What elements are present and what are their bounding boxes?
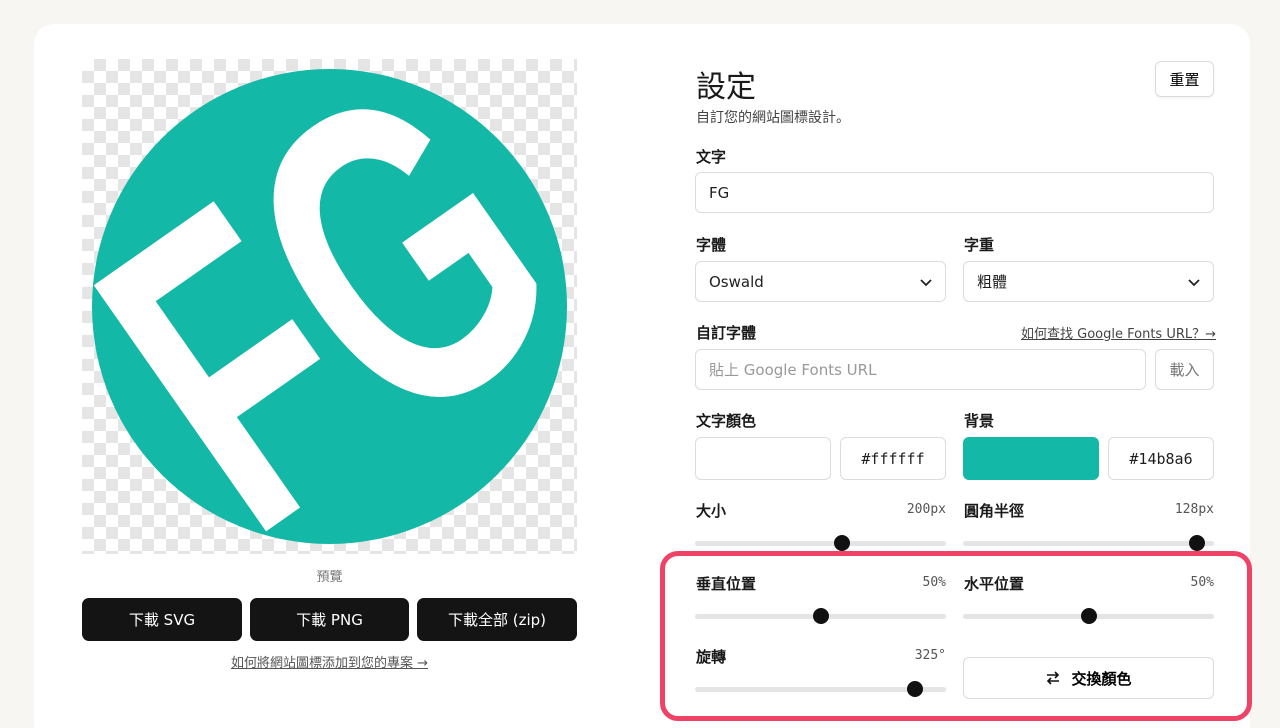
- radius-value: 128px: [1174, 502, 1214, 517]
- rotation-label: 旋轉: [696, 648, 727, 666]
- radius-slider-thumb[interactable]: [1188, 535, 1205, 551]
- font-label: 字體: [696, 236, 727, 254]
- background-hex-input[interactable]: #14b8a6: [1108, 437, 1214, 480]
- custom-font-placeholder: 貼上 Google Fonts URL: [709, 361, 877, 379]
- google-fonts-help-link[interactable]: 如何查找 Google Fonts URL？→: [1021, 323, 1216, 342]
- text-color-label: 文字顏色: [696, 412, 757, 430]
- text-color-swatch[interactable]: [695, 437, 831, 480]
- favicon-text: FG: [82, 59, 577, 554]
- add-favicon-help-link[interactable]: 如何將網站圖標添加到您的專案 →: [82, 652, 577, 671]
- size-value: 200px: [906, 502, 946, 517]
- font-select-value: Oswald: [709, 272, 764, 291]
- weight-select-value: 粗體: [977, 273, 1008, 291]
- text-color-hex-input[interactable]: #ffffff: [840, 437, 946, 480]
- radius-slider-track[interactable]: [963, 541, 1214, 546]
- size-slider-track[interactable]: [695, 541, 946, 546]
- text-input[interactable]: FG: [695, 172, 1214, 213]
- background-label: 背景: [964, 412, 995, 430]
- background-color-swatch[interactable]: [963, 437, 1099, 480]
- vertical-position-slider-thumb[interactable]: [812, 608, 829, 624]
- favicon-preview-svg: FG: [82, 59, 577, 554]
- font-select[interactable]: Oswald: [695, 261, 946, 302]
- swap-colors-label: 交換顏色: [1071, 670, 1132, 688]
- weight-select[interactable]: 粗體: [963, 261, 1214, 302]
- vertical-position-value: 50%: [922, 575, 946, 590]
- size-slider-thumb[interactable]: [833, 535, 850, 551]
- text-label: 文字: [696, 148, 727, 166]
- download-png-button[interactable]: 下載 PNG: [250, 598, 409, 641]
- chevron-down-icon: [920, 279, 932, 287]
- download-svg-button[interactable]: 下載 SVG: [82, 598, 242, 641]
- reset-button[interactable]: 重置: [1155, 61, 1214, 97]
- swap-colors-button[interactable]: 交換顏色: [963, 657, 1214, 699]
- weight-label: 字重: [964, 236, 995, 254]
- horizontal-position-slider-thumb[interactable]: [1080, 608, 1097, 624]
- vertical-position-label: 垂直位置: [696, 575, 757, 593]
- load-font-button[interactable]: 載入: [1155, 349, 1214, 390]
- rotation-value: 325°: [914, 648, 946, 663]
- text-input-value: FG: [709, 183, 730, 202]
- download-zip-button[interactable]: 下載全部 (zip): [417, 598, 577, 641]
- rotation-slider-thumb[interactable]: [906, 681, 923, 697]
- custom-font-input[interactable]: 貼上 Google Fonts URL: [695, 349, 1146, 390]
- settings-title: 設定: [696, 70, 756, 105]
- custom-font-label: 自訂字體: [696, 324, 757, 342]
- horizontal-position-label: 水平位置: [964, 575, 1025, 593]
- radius-label: 圓角半徑: [964, 502, 1025, 520]
- preview-label: 預覽: [316, 570, 343, 585]
- swap-arrows-icon: [1047, 671, 1060, 685]
- settings-subtitle: 自訂您的網站圖標設計。: [696, 110, 850, 126]
- horizontal-position-value: 50%: [1190, 575, 1214, 590]
- chevron-down-icon: [1188, 279, 1200, 287]
- favicon-preview: FG: [82, 59, 577, 554]
- size-label: 大小: [696, 502, 727, 520]
